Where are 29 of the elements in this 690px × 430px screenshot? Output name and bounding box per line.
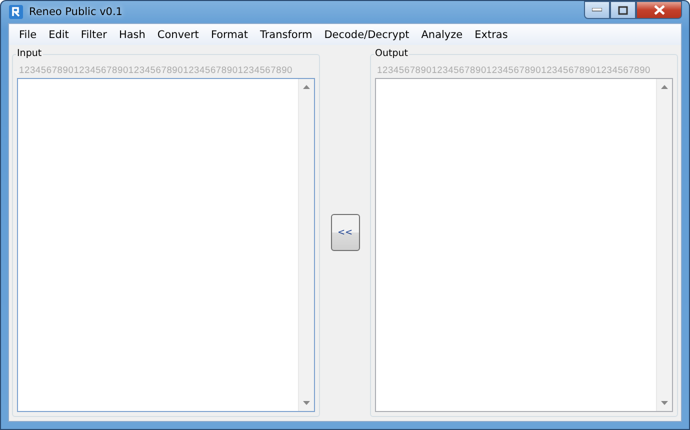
- group-label: Input: [16, 48, 43, 59]
- menu-item[interactable]: File: [13, 28, 43, 40]
- menu-item[interactable]: Edit: [42, 28, 75, 40]
- menu-item[interactable]: Decode/Decrypt: [318, 28, 416, 40]
- scroll-up-icon[interactable]: [303, 85, 310, 89]
- group-label: Output: [374, 48, 409, 59]
- minimize-icon: [592, 8, 602, 12]
- copy-left-button[interactable]: <<: [330, 214, 360, 251]
- scroll-down-icon[interactable]: [303, 401, 310, 405]
- menu-item[interactable]: Extras: [468, 28, 514, 40]
- close-icon: [654, 5, 664, 15]
- menu-item[interactable]: Hash: [112, 28, 152, 40]
- app-icon: [9, 5, 23, 19]
- scroll-up-icon[interactable]: [661, 85, 668, 89]
- menu-item[interactable]: Transform: [254, 28, 318, 40]
- close-button[interactable]: [636, 1, 682, 19]
- menu-item[interactable]: Convert: [151, 28, 205, 40]
- menu-item[interactable]: Analyze: [415, 28, 469, 40]
- maximize-button[interactable]: [610, 1, 636, 19]
- maximize-icon: [618, 6, 628, 14]
- scrollbar[interactable]: [298, 79, 314, 411]
- minimize-button[interactable]: [584, 1, 610, 19]
- column-ruler: 12345678901234567890123456789012345678901234567890: [377, 65, 652, 75]
- column-ruler: 12345678901234567890123456789012345678901234567890: [19, 65, 294, 75]
- menu-item[interactable]: Format: [204, 28, 254, 40]
- scrollbar[interactable]: [656, 79, 672, 411]
- scroll-down-icon[interactable]: [661, 401, 668, 405]
- window-title: Reneo Public v0.1: [29, 6, 122, 18]
- menu-item[interactable]: Filter: [74, 28, 113, 40]
